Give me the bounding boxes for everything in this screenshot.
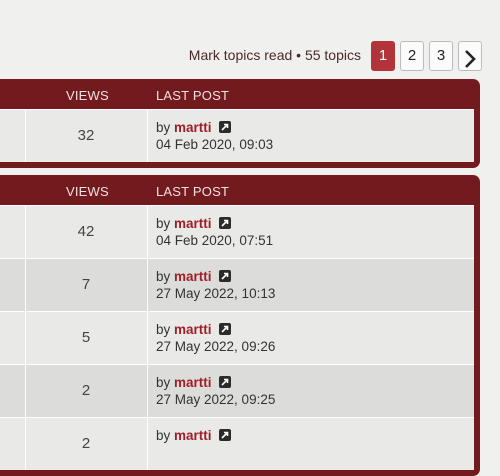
column-divider [147,110,148,162]
by-label: by [156,428,171,443]
pagination: 1 2 3 [371,41,482,71]
goto-last-post-icon[interactable] [219,376,232,388]
topic-list-panel-1: VIEWS LAST POST 32 by martti 04 Feb 2020… [0,79,480,168]
goto-last-post-icon[interactable] [219,270,232,282]
views-count: 7 [81,276,91,293]
by-label: by [156,120,171,135]
column-divider [147,259,148,311]
column-last-post-header: LAST POST [156,184,230,199]
next-page-button[interactable] [458,41,482,71]
column-divider [147,206,148,258]
views-count: 5 [81,329,91,346]
topic-list-header: VIEWS LAST POST [0,79,480,109]
author-link[interactable]: martti [174,269,212,284]
author-link[interactable]: martti [174,216,212,231]
last-post-info: by martti 27 May 2022, 10:13 [156,268,275,302]
goto-last-post-icon[interactable] [219,429,232,441]
topic-list-header: VIEWS LAST POST [0,175,480,205]
last-post-info: by martti 04 Feb 2020, 07:51 [156,215,273,249]
author-link[interactable]: martti [174,322,212,337]
column-last-post-header: LAST POST [156,88,230,103]
views-count: 32 [77,127,95,144]
column-divider [147,312,148,364]
topic-row[interactable]: 2 by martti 27 May 2022, 09:25 [0,364,474,417]
action-bar: Mark topics read • 55 topics 1 2 3 [0,0,500,90]
author-link[interactable]: martti [174,120,212,135]
page-1-button[interactable]: 1 [371,41,395,71]
column-views-header: VIEWS [66,88,109,103]
topic-row[interactable]: 5 by martti 27 May 2022, 09:26 [0,311,474,364]
page-2-button[interactable]: 2 [400,41,424,71]
goto-last-post-icon[interactable] [219,323,232,335]
chevron-right-icon [465,49,476,68]
post-date: 27 May 2022, 10:13 [156,286,276,301]
column-divider [147,365,148,417]
topic-row[interactable]: 7 by martti 27 May 2022, 10:13 [0,258,474,311]
topic-list-panel-2: VIEWS LAST POST 42 by martti 04 Feb 2020… [0,175,480,476]
views-count: 2 [81,382,91,399]
separator: • [292,47,305,63]
views-count: 42 [77,223,95,240]
topic-row[interactable]: 32 by martti 04 Feb 2020, 09:03 [0,109,474,162]
topic-actions: Mark topics read • 55 topics [189,47,361,63]
goto-last-post-icon[interactable] [219,121,232,133]
views-count: 2 [81,435,91,452]
page-3-button[interactable]: 3 [429,41,453,71]
topic-row[interactable]: 42 by martti 04 Feb 2020, 07:51 [0,205,474,258]
mark-topics-read-link[interactable]: Mark topics read [189,47,292,63]
post-date: 27 May 2022, 09:25 [156,392,276,407]
last-post-info: by martti 27 May 2022, 09:25 [156,374,275,408]
author-link[interactable]: martti [174,375,212,390]
last-post-info: by martti 04 Feb 2020, 09:03 [156,119,273,153]
post-date: 04 Feb 2020, 07:51 [156,233,274,248]
goto-last-post-icon[interactable] [219,217,232,229]
last-post-info: by martti 27 May 2022, 09:26 [156,321,275,355]
by-label: by [156,216,171,231]
last-post-info: by martti [156,427,232,444]
by-label: by [156,269,171,284]
post-date: 04 Feb 2020, 09:03 [156,137,274,152]
author-link[interactable]: martti [174,428,212,443]
topic-count: 55 topics [304,47,361,63]
column-views-header: VIEWS [66,184,109,199]
column-divider [147,418,148,470]
by-label: by [156,375,171,390]
post-date: 27 May 2022, 09:26 [156,339,276,354]
by-label: by [156,322,171,337]
topic-row[interactable]: 2 by martti [0,417,474,470]
